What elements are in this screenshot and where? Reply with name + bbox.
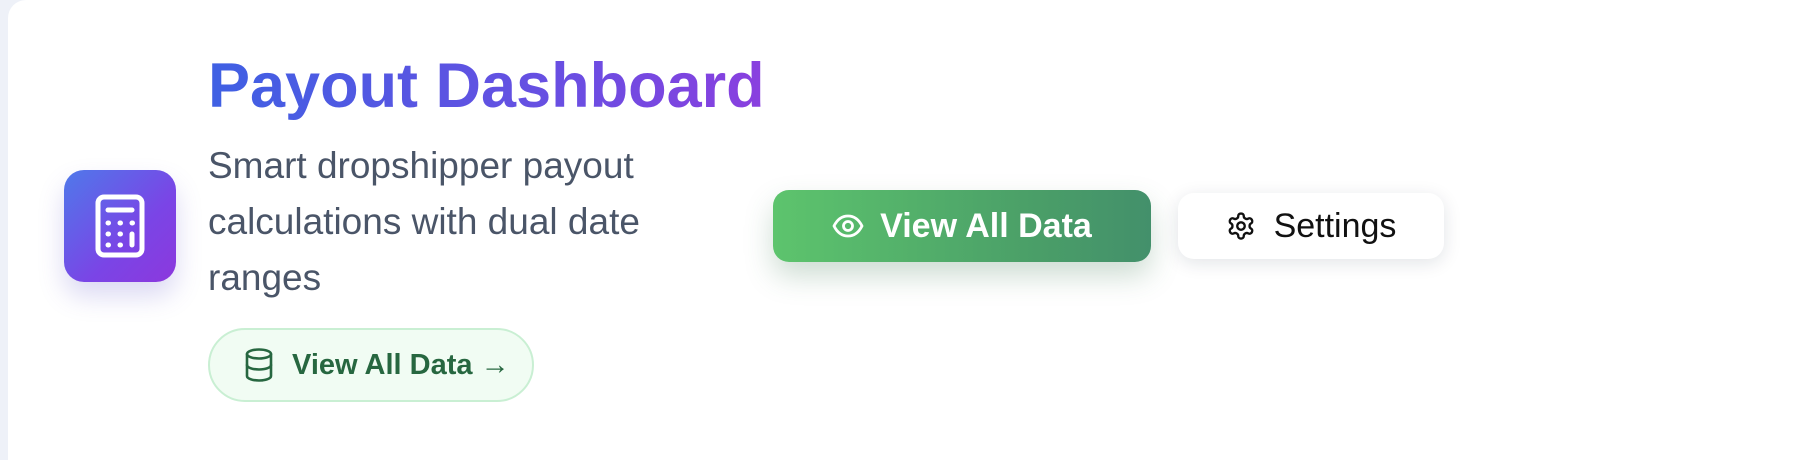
view-all-data-button[interactable]: View All Data xyxy=(773,190,1151,262)
settings-button-label: Settings xyxy=(1273,206,1397,245)
gear-icon xyxy=(1226,211,1256,241)
page-title: Payout Dashboard xyxy=(208,48,765,124)
view-all-data-link[interactable]: View All Data → xyxy=(208,328,534,402)
eye-icon xyxy=(832,210,864,242)
calculator-icon xyxy=(64,170,176,282)
view-all-data-link-label: View All Data → xyxy=(292,348,510,381)
settings-button[interactable]: Settings xyxy=(1178,193,1444,259)
page-subtitle: Smart dropshipper payout calculations wi… xyxy=(208,145,640,298)
view-all-data-button-label: View All Data xyxy=(880,206,1092,245)
database-icon xyxy=(244,348,274,382)
header-card: Payout Dashboard Smart dropshipper payou… xyxy=(8,0,1812,460)
